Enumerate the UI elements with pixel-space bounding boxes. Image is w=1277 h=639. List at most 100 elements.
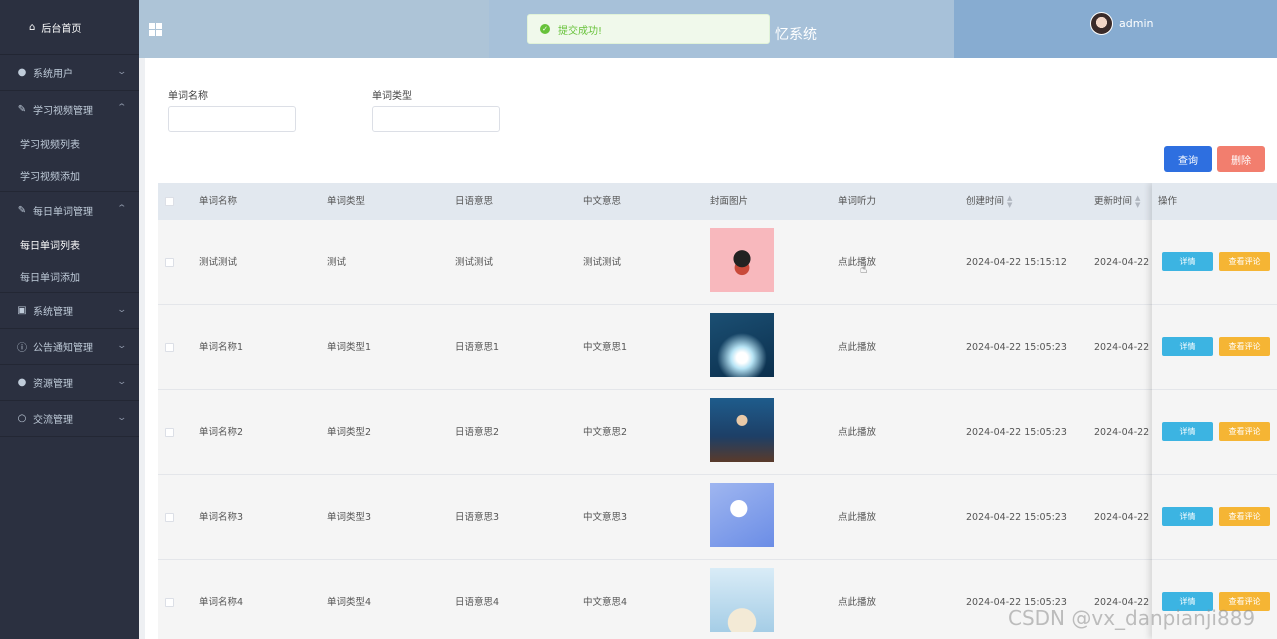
column-header-operations: 操作: [1152, 183, 1277, 220]
chevron-down-icon: ⌄: [116, 67, 128, 77]
edit-icon: ✎: [17, 204, 27, 216]
sidebar-menu-label: 公告通知管理: [33, 343, 93, 354]
cover-image: [710, 483, 774, 547]
column-header-updated[interactable]: 更新时间 ▲ ▼: [1094, 183, 1140, 220]
picture-icon: ▣: [17, 305, 27, 316]
sidebar-menu-label: 系统管理: [33, 307, 73, 318]
cell-word-name: 单词名称4: [199, 597, 244, 608]
cell-chinese: 测试测试: [583, 257, 622, 268]
word-type-filter-input[interactable]: [372, 106, 500, 132]
word-name-filter-input[interactable]: [168, 106, 296, 132]
sidebar-menu-system-users[interactable]: ● 系统用户 ⌄: [0, 55, 139, 91]
sidebar-menu-words[interactable]: ✎ 每日单词管理 ⌃: [0, 192, 139, 228]
success-toast: ✓ 提交成功!: [527, 14, 770, 44]
cell-audio-play[interactable]: 点此播放: [838, 390, 876, 475]
column-header-updated-label: 更新时间: [1094, 196, 1133, 207]
sidebar-item-word-add[interactable]: 每日单词添加: [0, 260, 139, 292]
operations-column: 操作 详情 查看评论 详情 查看评论 详情 查看评论 详情 查看评论 详情 查看评论: [1152, 183, 1277, 639]
cell-word-type: 单词类型2: [327, 427, 372, 438]
sidebar-item-video-list[interactable]: 学习视频列表: [0, 127, 139, 159]
cell-chinese: 中文意思1: [583, 342, 628, 353]
sidebar-menu-label: 资源管理: [33, 379, 73, 390]
mouse-cursor-icon: ☝: [860, 262, 868, 276]
query-button[interactable]: 查询: [1164, 146, 1212, 172]
column-header-created-label: 创建时间: [966, 196, 1005, 207]
cell-word-name: 单词名称3: [199, 512, 244, 523]
select-all-checkbox[interactable]: [165, 197, 174, 206]
row-checkbox[interactable]: [165, 343, 174, 352]
cover-image: [710, 313, 774, 377]
view-comments-button[interactable]: 查看评论: [1219, 507, 1270, 526]
chevron-down-icon: ⌄: [116, 341, 128, 351]
column-header-cover: 封面图片: [710, 196, 749, 207]
column-header-created[interactable]: 创建时间 ▲ ▼: [966, 183, 1012, 220]
cell-word-type: 单词类型4: [327, 597, 372, 608]
cover-image: [710, 228, 774, 292]
username: admin: [1119, 17, 1154, 30]
view-comments-button[interactable]: 查看评论: [1219, 337, 1270, 356]
word-type-filter-label: 单词类型: [372, 91, 412, 102]
cell-chinese: 中文意思4: [583, 597, 628, 608]
row-checkbox[interactable]: [165, 428, 174, 437]
word-table: 单词名称 单词类型 日语意思 中文意思 封面图片 单词听力 创建时间 ▲ ▼ 更新时…: [158, 183, 1277, 639]
detail-button[interactable]: 详情: [1162, 422, 1213, 441]
detail-button[interactable]: 详情: [1162, 337, 1213, 356]
cell-word-type: 单词类型1: [327, 342, 372, 353]
table-row: 单词名称1 单词类型1 日语意思1 中文意思1 点此播放 2024-04-22 15:05…: [158, 305, 1277, 390]
user-menu[interactable]: admin: [1090, 12, 1153, 35]
detail-button[interactable]: 详情: [1162, 252, 1213, 271]
cell-word-name: 单词名称2: [199, 427, 244, 438]
table-row: 测试测试 测试 测试测试 测试测试 点此播放 2024-04-22 15:15:12 202…: [158, 220, 1277, 305]
column-header-word-type: 单词类型: [327, 196, 366, 207]
sidebar-menu-label: 系统用户: [33, 69, 73, 80]
cell-audio-play[interactable]: 点此播放: [838, 220, 876, 305]
watermark: CSDN @vx_danpianji889: [1008, 606, 1256, 630]
sidebar-menu-system[interactable]: ▣ 系统管理 ⌄: [0, 293, 139, 329]
sidebar-home[interactable]: ⌂ 后台首页: [0, 0, 139, 55]
row-checkbox[interactable]: [165, 513, 174, 522]
table-row: 单词名称3 单词类型3 日语意思3 中文意思3 点此播放 2024-04-22 15:05…: [158, 475, 1277, 560]
main-content: 单词名称 单词类型 查询 删除 单词名称 单词类型 日语意思 中文意思 封面图片…: [139, 58, 1277, 639]
cell-audio-play[interactable]: 点此播放: [838, 560, 876, 639]
sidebar-menu-chat[interactable]: ○ 交流管理 ⌄: [0, 401, 139, 437]
row-checkbox[interactable]: [165, 258, 174, 267]
toast-text: 提交成功!: [558, 25, 603, 37]
app-root: ⌂ 后台首页 ● 系统用户 ⌄ ✎ 学习视频管理 ⌃ 学习视频列表 学习视频添加…: [0, 0, 1277, 639]
info-icon: ⓘ: [17, 343, 27, 354]
view-comments-button[interactable]: 查看评论: [1219, 422, 1270, 441]
table-row: 单词名称2 单词类型2 日语意思2 中文意思2 点此播放 2024-04-22 15:05…: [158, 390, 1277, 475]
chat-icon: ○: [17, 413, 27, 424]
cell-created-time: 2024-04-22 15:15:12: [966, 257, 1067, 268]
chevron-up-icon: ⌃: [116, 103, 128, 113]
row-checkbox[interactable]: [165, 598, 174, 607]
chevron-down-icon: ⌄: [116, 305, 128, 315]
cell-created-time: 2024-04-22 15:05:23: [966, 342, 1067, 353]
sidebar-home-label: 后台首页: [41, 23, 82, 35]
cell-japanese: 日语意思3: [455, 512, 500, 523]
sort-icon[interactable]: ▲ ▼: [1135, 194, 1140, 209]
cell-chinese: 中文意思2: [583, 427, 628, 438]
sidebar-item-word-list[interactable]: 每日单词列表: [0, 228, 139, 260]
table-header: 单词名称 单词类型 日语意思 中文意思 封面图片 单词听力 创建时间 ▲ ▼ 更新时…: [158, 183, 1277, 220]
sidebar-menu-label: 交流管理: [33, 415, 73, 426]
edit-icon: ✎: [17, 103, 27, 115]
sidebar-menu-notice[interactable]: ⓘ 公告通知管理 ⌄: [0, 329, 139, 365]
delete-button[interactable]: 删除: [1217, 146, 1265, 172]
operations-row: 详情 查看评论: [1152, 305, 1277, 390]
column-header-chinese: 中文意思: [583, 196, 622, 207]
cell-chinese: 中文意思3: [583, 512, 628, 523]
sidebar-item-video-add[interactable]: 学习视频添加: [0, 159, 139, 191]
chevron-down-icon: ⌄: [116, 413, 128, 423]
app-title: 忆系统: [775, 27, 817, 43]
sort-icon[interactable]: ▲ ▼: [1007, 194, 1012, 209]
sidebar-menu-video[interactable]: ✎ 学习视频管理 ⌃: [0, 91, 139, 127]
view-comments-button[interactable]: 查看评论: [1219, 252, 1270, 271]
cell-audio-play[interactable]: 点此播放: [838, 305, 876, 390]
detail-button[interactable]: 详情: [1162, 507, 1213, 526]
sidebar-menu-resource[interactable]: ● 资源管理 ⌄: [0, 365, 139, 401]
user-icon: ●: [17, 67, 27, 78]
grid-icon[interactable]: [149, 23, 162, 36]
column-header-audio: 单词听力: [838, 196, 877, 207]
cell-audio-play[interactable]: 点此播放: [838, 475, 876, 560]
word-name-filter-label: 单词名称: [168, 91, 208, 102]
